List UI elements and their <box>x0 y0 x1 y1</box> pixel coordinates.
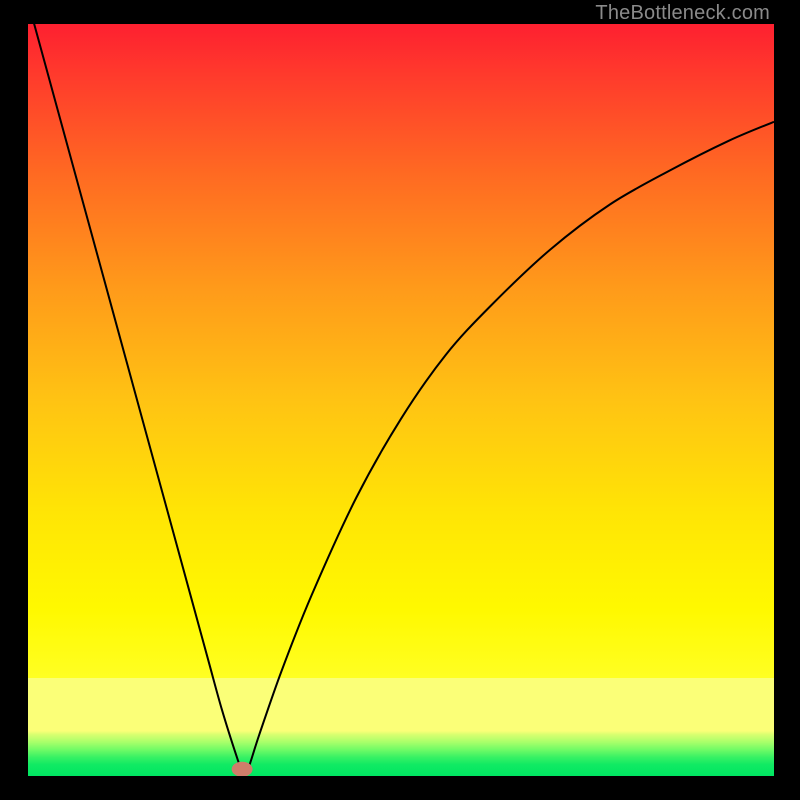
plot-svg <box>28 24 774 776</box>
chart-container: TheBottleneck.com <box>0 0 800 800</box>
gradient-bg <box>28 24 774 776</box>
watermark-text: TheBottleneck.com <box>595 2 770 25</box>
plot-frame <box>28 24 774 776</box>
